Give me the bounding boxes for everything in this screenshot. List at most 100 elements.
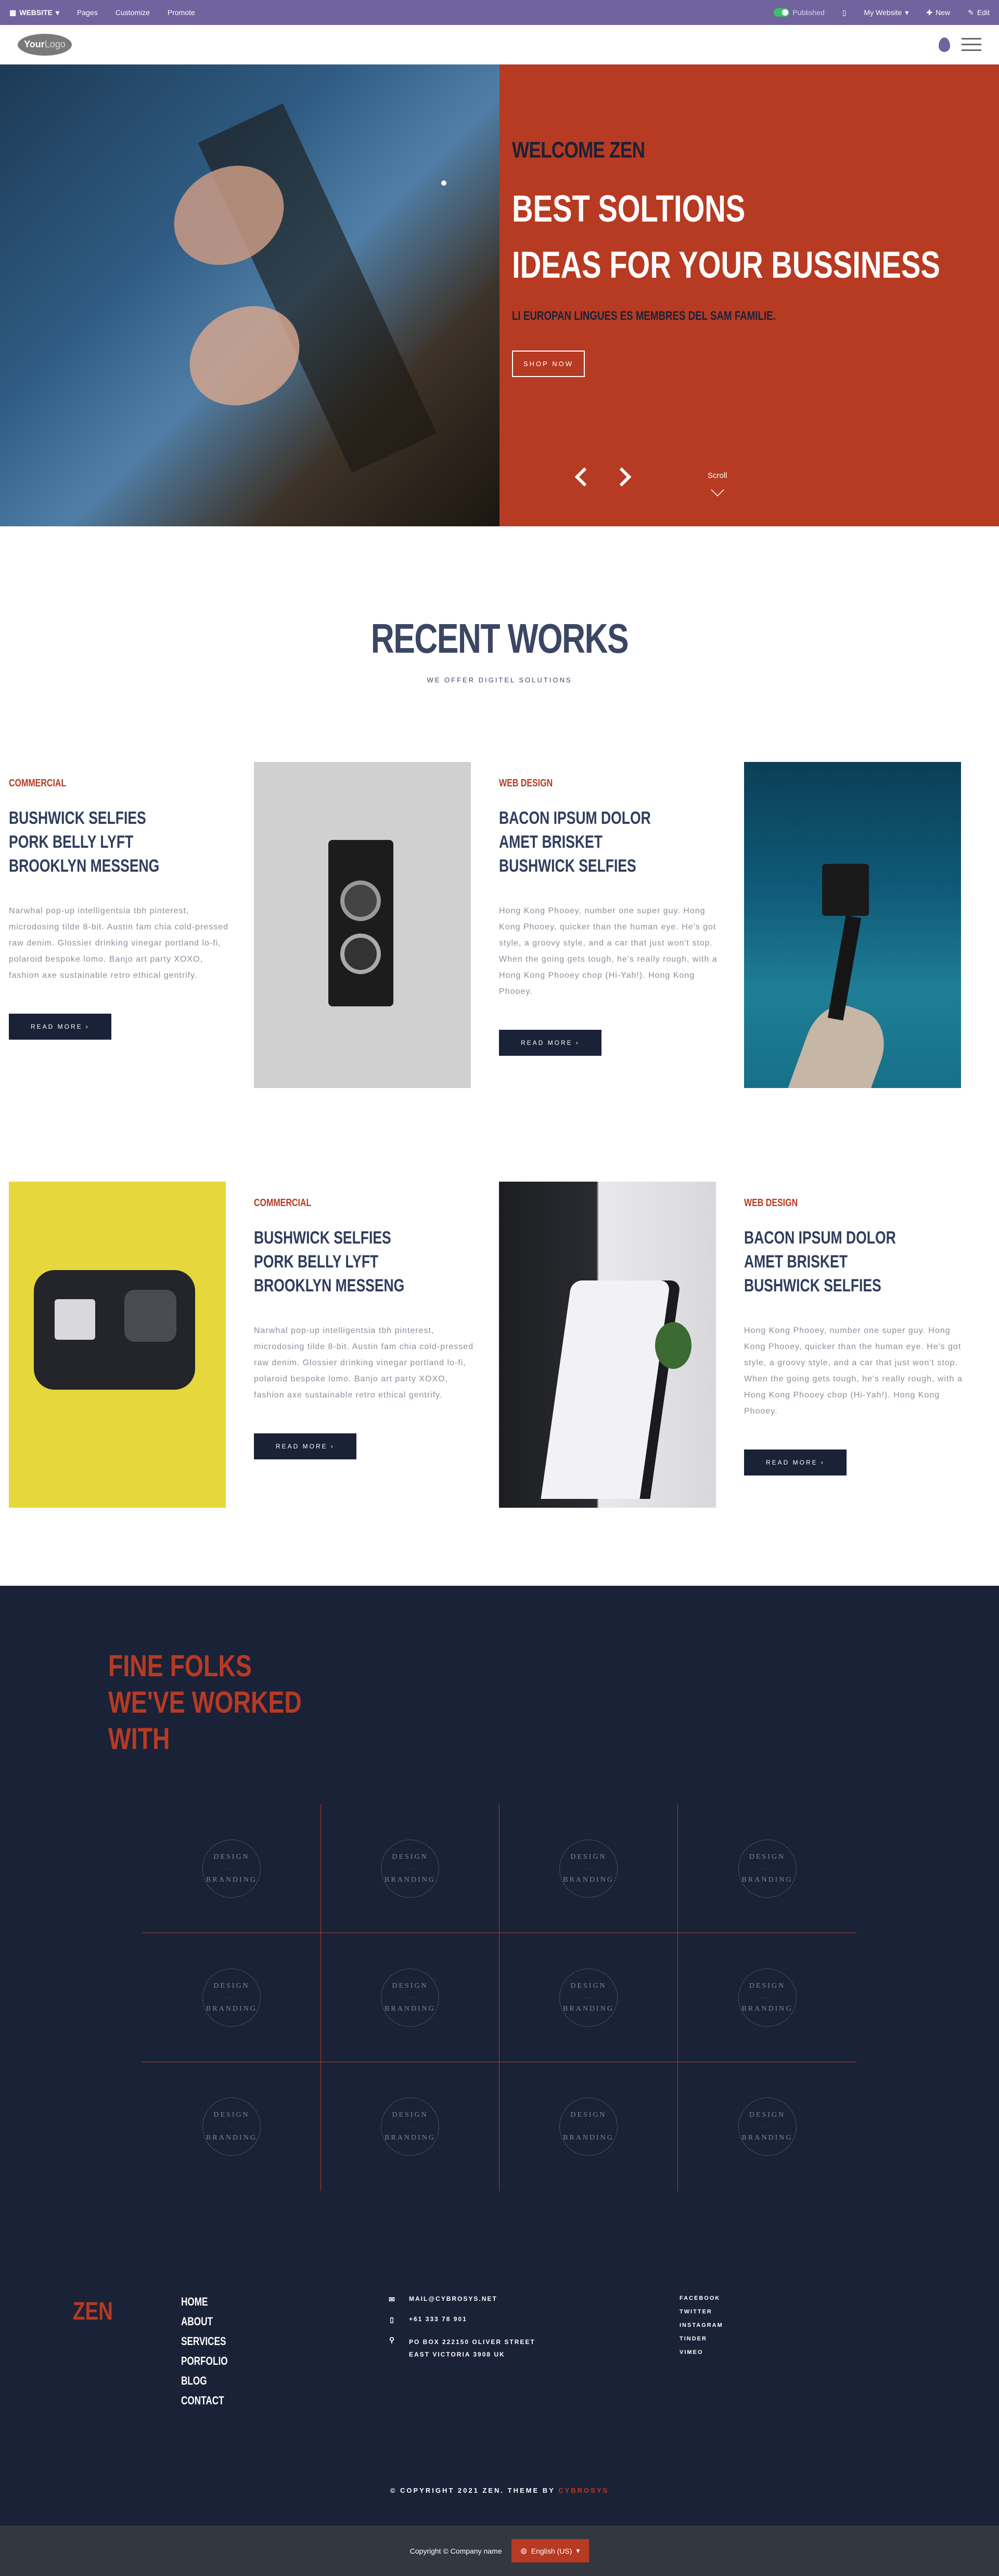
site-logo[interactable]: Your Logo <box>18 33 72 56</box>
promote-menu-label: Promote <box>167 8 195 17</box>
badge-top-text: DESIGN <box>213 1853 250 1861</box>
theme-drop-icon[interactable] <box>939 37 950 52</box>
toggle-switch[interactable] <box>774 8 790 17</box>
client-logo-cell: DESIGN · · · BRANDING <box>678 2062 856 2191</box>
work-title-line: BUSHWICK SELFIES <box>499 856 636 876</box>
badge-top-text: DESIGN <box>392 2111 428 2119</box>
client-logo-badge[interactable]: DESIGN · · · BRANDING <box>738 1968 797 2027</box>
badge-mid-text: · · · <box>762 1866 772 1871</box>
contact-phone[interactable]: ▯ +61 333 78 901 <box>388 2315 680 2324</box>
arrow-right-icon[interactable] <box>612 467 632 487</box>
badge-top-text: DESIGN <box>570 2111 607 2119</box>
grid-icon: ▦ <box>9 8 17 17</box>
shop-now-button[interactable]: SHOP NOW <box>512 351 585 377</box>
work-card: WEB DESIGN BACON IPSUM DOLOR AMET BRISKE… <box>499 762 717 1088</box>
slider-dot[interactable] <box>441 180 446 186</box>
client-logo-badge[interactable]: DESIGN · · · BRANDING <box>202 2098 261 2156</box>
social-vimeo[interactable]: VIMEO <box>680 2349 723 2355</box>
copyright: © COPYRIGHT 2021 ZEN. THEME BY CYBROSYS <box>0 2487 999 2526</box>
badge-top-text: DESIGN <box>749 2111 786 2119</box>
read-more-button[interactable]: READ MORE › <box>9 1014 111 1040</box>
pages-menu[interactable]: Pages <box>77 8 98 17</box>
footer-link-about[interactable]: ABOUT <box>181 2315 342 2328</box>
clients-title-line: WITH <box>108 1722 170 1756</box>
clients-title-line: WE'VE WORKED <box>108 1686 302 1719</box>
my-website-label: My Website <box>864 8 902 17</box>
edit-label: Edit <box>977 8 990 17</box>
footer-link-home[interactable]: HOME <box>181 2295 342 2309</box>
badge-mid-text: · · · <box>583 1866 594 1871</box>
logo-logo: Logo <box>44 39 66 49</box>
copyright-text: © COPYRIGHT 2021 ZEN. THEME BY <box>390 2487 555 2494</box>
new-button[interactable]: ✚ New <box>926 8 950 17</box>
slider-arrows <box>574 467 632 487</box>
gopro-yellow-image <box>9 1182 226 1508</box>
website-menu-label: WEBSITE <box>19 8 53 17</box>
hamburger-menu-icon[interactable] <box>962 38 981 51</box>
copyright-theme-link[interactable]: CYBROSYS <box>558 2487 609 2494</box>
caret-down-icon: ▾ <box>56 8 60 17</box>
client-logo-badge[interactable]: DESIGN · · · BRANDING <box>381 2098 439 2156</box>
client-logo-cell: DESIGN · · · BRANDING <box>321 2062 499 2191</box>
website-menu[interactable]: ▦ WEBSITE ▾ <box>9 8 59 17</box>
client-logo-badge[interactable]: DESIGN · · · BRANDING <box>381 1968 439 2027</box>
footer-contact: ✉ MAIL@CYBROSYS.NET ▯ +61 333 78 901 ⚲ P… <box>388 2295 680 2407</box>
work-title: BUSHWICK SELFIES PORK BELLY LYFT BROOKLY… <box>254 1226 423 1298</box>
client-logo-grid: DESIGN · · · BRANDING DESIGN · · · BRANDING DE… <box>143 1804 856 2191</box>
badge-mid-text: · · · <box>405 1866 415 1871</box>
work-title-line: AMET BRISKET <box>744 1252 848 1272</box>
work-title-line: BROOKLYN MESSENG <box>9 856 160 876</box>
footer-brand: ZEN <box>73 2298 113 2325</box>
badge-bottom-text: BRANDING <box>563 2134 614 2142</box>
customize-menu[interactable]: Customize <box>116 8 150 17</box>
social-instagram[interactable]: INSTAGRAM <box>680 2322 723 2328</box>
client-logo-badge[interactable]: DESIGN · · · BRANDING <box>202 1839 261 1898</box>
work-category: COMMERCIAL <box>254 1197 312 1209</box>
footer-link-contact[interactable]: CONTACT <box>181 2394 342 2407</box>
read-more-button[interactable]: READ MORE › <box>254 1433 356 1459</box>
contact-email[interactable]: ✉ MAIL@CYBROSYS.NET <box>388 2295 680 2304</box>
mobile-preview-icon[interactable]: ▯ <box>842 8 847 17</box>
social-twitter[interactable]: TWITTER <box>680 2309 723 2315</box>
client-logo-badge[interactable]: DESIGN · · · BRANDING <box>559 1839 618 1898</box>
read-more-button[interactable]: READ MORE › <box>499 1030 601 1056</box>
badge-top-text: DESIGN <box>213 1982 250 1990</box>
badge-bottom-text: BRANDING <box>563 1875 614 1884</box>
badge-top-text: DESIGN <box>392 1982 428 1990</box>
footer-link-portfolio[interactable]: PORFOLIO <box>181 2354 342 2368</box>
caret-down-icon: ▾ <box>905 8 909 17</box>
scroll-indicator[interactable]: Scroll <box>708 471 727 497</box>
arrow-left-icon[interactable] <box>574 467 594 487</box>
client-logo-badge[interactable]: DESIGN · · · BRANDING <box>202 1968 261 2027</box>
client-logo-badge[interactable]: DESIGN · · · BRANDING <box>559 2098 618 2156</box>
badge-mid-text: · · · <box>226 1995 237 2000</box>
recent-works-subtitle: WE OFFER DIGITEL SOLUTIONS <box>427 676 572 684</box>
badge-bottom-text: BRANDING <box>206 2134 257 2142</box>
work-category: COMMERCIAL <box>9 778 67 789</box>
badge-mid-text: · · · <box>762 2124 772 2129</box>
hero-title: BEST SOLTIONS IDEAS FOR YOUR BUSSINESS <box>512 181 940 293</box>
client-logo-badge[interactable]: DESIGN · · · BRANDING <box>559 1968 618 2027</box>
language-label: English (US) <box>531 2546 572 2555</box>
footer-link-services[interactable]: SERVICES <box>181 2335 342 2348</box>
client-logo-badge[interactable]: DESIGN · · · BRANDING <box>738 2098 797 2156</box>
client-logo-cell: DESIGN · · · BRANDING <box>143 2062 321 2191</box>
work-title-line: BUSHWICK SELFIES <box>744 1276 881 1296</box>
client-logo-badge[interactable]: DESIGN · · · BRANDING <box>738 1839 797 1898</box>
promote-menu[interactable]: Promote <box>168 8 195 17</box>
language-selector[interactable]: ◍ English (US) ▾ <box>511 2539 590 2562</box>
read-more-button[interactable]: READ MORE › <box>744 1449 847 1475</box>
work-description: Hong Kong Phooey, number one super guy. … <box>744 1326 963 1416</box>
plus-icon: ✚ <box>926 8 933 17</box>
my-website-menu[interactable]: My Website ▾ <box>864 8 908 17</box>
hero-subtitle: LI EUROPAN LINGUES ES MEMBRES DEL SAM FA… <box>512 309 776 323</box>
social-facebook[interactable]: FACEBOOK <box>680 2295 723 2301</box>
edit-button[interactable]: ✎ Edit <box>968 8 990 17</box>
badge-top-text: DESIGN <box>392 1853 428 1861</box>
scroll-label: Scroll <box>708 471 727 480</box>
footer-link-blog[interactable]: BLOG <box>181 2374 342 2388</box>
publish-toggle[interactable]: Published <box>774 8 825 17</box>
social-tinder[interactable]: TINDER <box>680 2336 723 2342</box>
pages-menu-label: Pages <box>77 8 98 17</box>
client-logo-badge[interactable]: DESIGN · · · BRANDING <box>381 1839 439 1898</box>
